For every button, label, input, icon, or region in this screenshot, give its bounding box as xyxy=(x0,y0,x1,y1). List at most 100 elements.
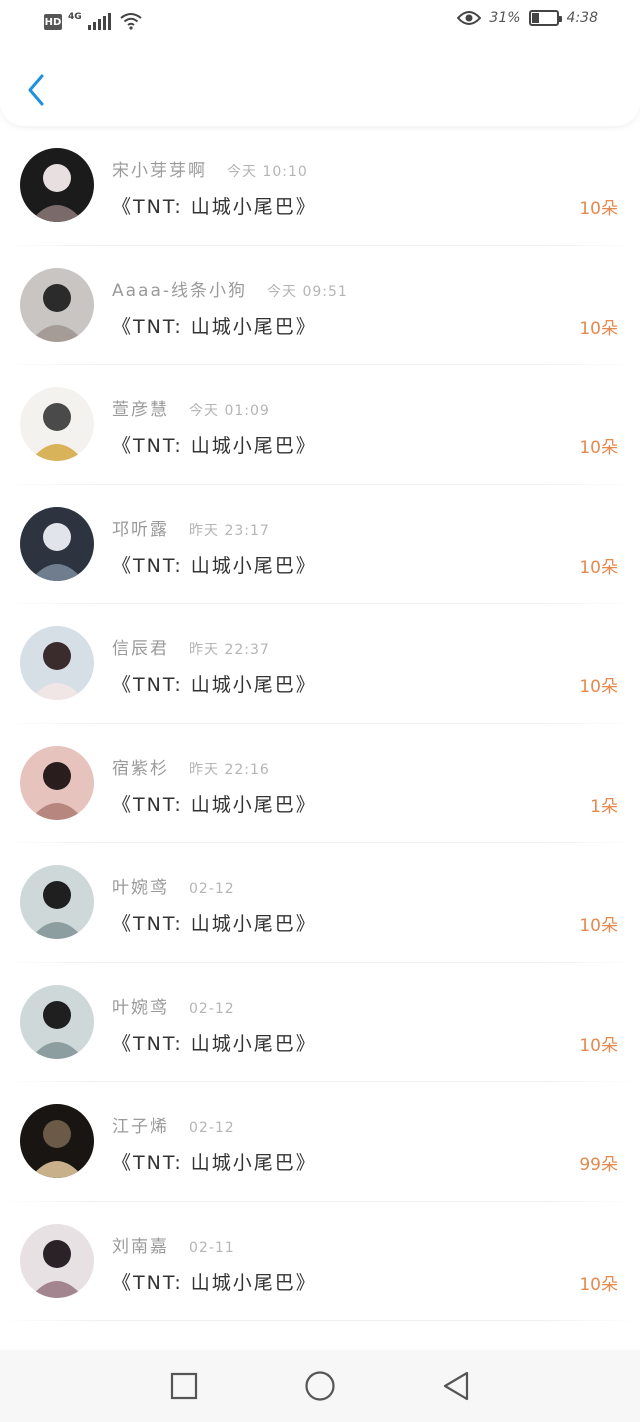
header-card: HD 4G 31% 4:38 xyxy=(0,0,640,126)
gift-record-list: 宋小芽芽啊 今天 10:10 《TNT: 山城小尾巴》 10朵 Aaaa-线条小… xyxy=(0,126,640,1321)
name-line: 刘南嘉 02-11 xyxy=(112,1232,235,1257)
name-line: 叶婉鸢 02-12 xyxy=(112,993,235,1018)
status-right: 31% 4:38 xyxy=(457,10,598,26)
work-title[interactable]: 《TNT: 山城小尾巴》 xyxy=(112,192,317,219)
avatar-image xyxy=(20,1104,94,1178)
sender-name[interactable]: 刘南嘉 xyxy=(112,1232,169,1257)
battery-percent: 31% xyxy=(489,10,521,26)
back-button[interactable] xyxy=(18,70,54,110)
list-item[interactable]: 宋小芽芽啊 今天 10:10 《TNT: 山城小尾巴》 10朵 xyxy=(0,126,640,246)
battery-icon xyxy=(528,10,562,26)
sender-name[interactable]: 叶婉鸢 xyxy=(112,873,169,898)
timestamp: 昨天 23:17 xyxy=(189,522,270,539)
work-title[interactable]: 《TNT: 山城小尾巴》 xyxy=(112,1148,317,1175)
list-item[interactable]: 江子烯 02-12 《TNT: 山城小尾巴》 99朵 xyxy=(0,1082,640,1202)
avatar-image xyxy=(20,148,94,222)
sender-name[interactable]: 叶婉鸢 xyxy=(112,993,169,1018)
work-title[interactable]: 《TNT: 山城小尾巴》 xyxy=(112,790,317,817)
recent-apps-icon xyxy=(170,1372,198,1400)
list-item[interactable]: 叶婉鸢 02-12 《TNT: 山城小尾巴》 10朵 xyxy=(0,843,640,963)
gift-amount: 10朵 xyxy=(579,1035,618,1056)
timestamp: 今天 10:10 xyxy=(227,164,308,180)
home-icon xyxy=(305,1371,335,1401)
name-line: 宿紫杉 昨天 22:16 xyxy=(112,754,270,779)
avatar[interactable] xyxy=(20,148,94,222)
wifi-icon xyxy=(120,13,142,30)
avatar[interactable] xyxy=(20,626,94,700)
sender-name[interactable]: 江子烯 xyxy=(112,1112,169,1137)
list-item[interactable]: 信辰君 昨天 22:37 《TNT: 山城小尾巴》 10朵 xyxy=(0,604,640,724)
avatar-image xyxy=(20,267,94,342)
gift-amount: 1朵 xyxy=(590,796,618,817)
sender-name[interactable]: 宋小芽芽啊 xyxy=(112,156,207,181)
timestamp: 昨天 22:37 xyxy=(189,642,270,658)
gift-amount: 10朵 xyxy=(579,199,618,219)
list-item[interactable]: 刘南嘉 02-11 《TNT: 山城小尾巴》 10朵 xyxy=(0,1202,640,1321)
back-triangle-icon xyxy=(443,1371,469,1401)
timestamp: 02-11 xyxy=(189,1239,235,1256)
list-item[interactable]: 邛听露 昨天 23:17 《TNT: 山城小尾巴》 10朵 xyxy=(0,485,640,604)
gift-amount: 10朵 xyxy=(579,1274,618,1295)
name-line: 萱彦慧 今天 01:09 xyxy=(112,395,270,420)
avatar-image xyxy=(20,506,94,581)
avatar-image xyxy=(20,1223,94,1298)
list-item[interactable]: 宿紫杉 昨天 22:16 《TNT: 山城小尾巴》 1朵 xyxy=(0,724,640,843)
timestamp: 02-12 xyxy=(189,881,235,897)
chevron-left-icon xyxy=(28,74,44,106)
timestamp: 02-12 xyxy=(189,1120,235,1136)
recent-apps-button[interactable] xyxy=(166,1368,202,1404)
work-title[interactable]: 《TNT: 山城小尾巴》 xyxy=(112,909,317,936)
name-line: 信辰君 昨天 22:37 xyxy=(112,634,270,659)
divider xyxy=(0,1320,640,1321)
screen: HD 4G 31% 4:38 宋小芽芽啊 今天 10:10 《TNT: 山城小尾… xyxy=(0,0,640,1422)
avatar[interactable] xyxy=(20,1223,94,1298)
gift-amount: 10朵 xyxy=(579,916,618,936)
list-item[interactable]: Aaaa-线条小狗 今天 09:51 《TNT: 山城小尾巴》 10朵 xyxy=(0,246,640,365)
work-title[interactable]: 《TNT: 山城小尾巴》 xyxy=(112,670,317,697)
avatar[interactable] xyxy=(20,745,94,820)
work-title[interactable]: 《TNT: 山城小尾巴》 xyxy=(112,551,317,578)
sender-name[interactable]: 萱彦慧 xyxy=(112,395,169,420)
signal-icon xyxy=(87,13,111,30)
list-item[interactable]: 萱彦慧 今天 01:09 《TNT: 山城小尾巴》 10朵 xyxy=(0,365,640,485)
name-line: 叶婉鸢 02-12 xyxy=(112,873,235,898)
sender-name[interactable]: 宿紫杉 xyxy=(112,754,169,779)
sender-name[interactable]: 邛听露 xyxy=(112,515,169,540)
gift-amount: 10朵 xyxy=(579,438,618,458)
name-line: 江子烯 02-12 xyxy=(112,1112,235,1137)
sender-name[interactable]: 信辰君 xyxy=(112,634,169,659)
work-title[interactable]: 《TNT: 山城小尾巴》 xyxy=(112,431,317,458)
list-item[interactable]: 叶婉鸢 02-12 《TNT: 山城小尾巴》 10朵 xyxy=(0,963,640,1082)
back-nav-button[interactable] xyxy=(438,1368,474,1404)
eye-icon xyxy=(457,11,482,25)
avatar[interactable] xyxy=(20,865,94,939)
timestamp: 02-12 xyxy=(189,1000,235,1017)
gift-amount: 99朵 xyxy=(579,1155,618,1175)
gift-amount: 10朵 xyxy=(579,557,618,578)
avatar[interactable] xyxy=(20,984,94,1059)
status-left: HD 4G xyxy=(44,12,143,30)
work-title[interactable]: 《TNT: 山城小尾巴》 xyxy=(112,312,317,339)
avatar-image xyxy=(20,984,94,1059)
sender-name[interactable]: Aaaa-线条小狗 xyxy=(112,276,247,301)
name-line: Aaaa-线条小狗 今天 09:51 xyxy=(112,276,348,301)
timestamp: 今天 01:09 xyxy=(189,403,270,419)
name-line: 邛听露 昨天 23:17 xyxy=(112,515,270,540)
system-nav-bar xyxy=(0,1350,640,1422)
work-title[interactable]: 《TNT: 山城小尾巴》 xyxy=(112,1268,317,1295)
avatar[interactable] xyxy=(20,1104,94,1178)
name-line: 宋小芽芽啊 今天 10:10 xyxy=(112,156,308,181)
status-bar: HD 4G 31% 4:38 xyxy=(0,0,640,44)
avatar[interactable] xyxy=(20,267,94,342)
avatar[interactable] xyxy=(20,506,94,581)
work-title[interactable]: 《TNT: 山城小尾巴》 xyxy=(112,1029,317,1056)
avatar-image xyxy=(20,626,94,700)
avatar-image xyxy=(20,745,94,820)
gift-amount: 10朵 xyxy=(579,318,618,339)
timestamp: 今天 09:51 xyxy=(267,283,348,300)
hd-badge: HD xyxy=(44,14,62,30)
avatar[interactable] xyxy=(20,387,94,461)
battery-fill xyxy=(531,13,539,23)
home-button[interactable] xyxy=(302,1368,338,1404)
avatar-image xyxy=(20,387,94,461)
